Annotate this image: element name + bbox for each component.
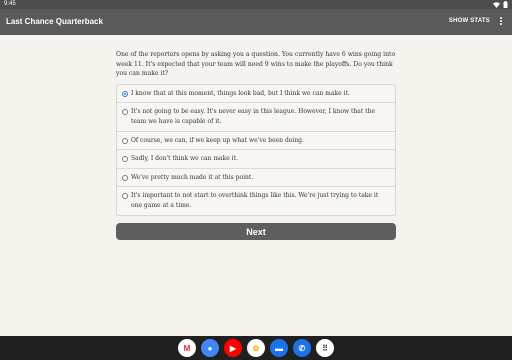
- answer-option[interactable]: Sadly, I don't think we can make it.: [117, 150, 395, 169]
- chrome-icon[interactable]: ●: [201, 339, 219, 357]
- status-bar: 9:45: [0, 0, 512, 9]
- status-time: 9:45: [4, 1, 16, 7]
- answer-option[interactable]: Of course, we can, if we keep up what we…: [117, 132, 395, 151]
- radio-button[interactable]: [122, 137, 128, 144]
- radio-button[interactable]: [122, 174, 128, 181]
- radio-button[interactable]: [122, 156, 128, 163]
- show-stats-button[interactable]: SHOW STATS: [449, 18, 490, 24]
- answer-option[interactable]: It's important to not start to overthink…: [117, 187, 395, 214]
- answer-option-label: It's not going to be easy. It's never ea…: [131, 108, 376, 125]
- answer-option-label: I know that at this moment, things look …: [131, 89, 350, 97]
- main-content: One of the reporters opens by asking you…: [116, 50, 396, 216]
- app-title: Last Chance Quarterback: [6, 17, 103, 26]
- answer-option[interactable]: It's not going to be easy. It's never ea…: [117, 103, 395, 132]
- radio-button[interactable]: [122, 193, 128, 200]
- status-icons: [493, 1, 508, 8]
- photos-icon[interactable]: ✿: [247, 339, 265, 357]
- answer-option-label: Of course, we can, if we keep up what we…: [131, 136, 304, 144]
- messages-icon[interactable]: ▬: [270, 339, 288, 357]
- wifi-icon: [493, 1, 500, 8]
- answer-option-label: It's important to not start to overthink…: [131, 192, 379, 209]
- app-drawer-icon[interactable]: ⠿: [316, 339, 334, 357]
- battery-icon: [503, 1, 508, 8]
- radio-button[interactable]: [122, 90, 128, 97]
- answer-option[interactable]: We've pretty much made it at this point.: [117, 169, 395, 188]
- overflow-menu-icon[interactable]: [498, 17, 504, 27]
- answer-option-label: Sadly, I don't think we can make it.: [131, 155, 238, 163]
- question-text: One of the reporters opens by asking you…: [116, 51, 396, 78]
- youtube-icon[interactable]: ▶: [224, 339, 242, 357]
- phone-icon[interactable]: ✆: [293, 339, 311, 357]
- answer-option-label: We've pretty much made it at this point.: [131, 173, 254, 181]
- radio-button[interactable]: [122, 109, 128, 116]
- app-bar: Last Chance Quarterback SHOW STATS: [0, 9, 512, 35]
- answer-options: I know that at this moment, things look …: [116, 83, 396, 216]
- app-dock: M ● ▶ ✿ ▬ ✆ ⠿: [176, 338, 336, 358]
- next-button[interactable]: Next: [116, 223, 396, 240]
- gmail-icon[interactable]: M: [178, 339, 196, 357]
- answer-option[interactable]: I know that at this moment, things look …: [117, 85, 395, 104]
